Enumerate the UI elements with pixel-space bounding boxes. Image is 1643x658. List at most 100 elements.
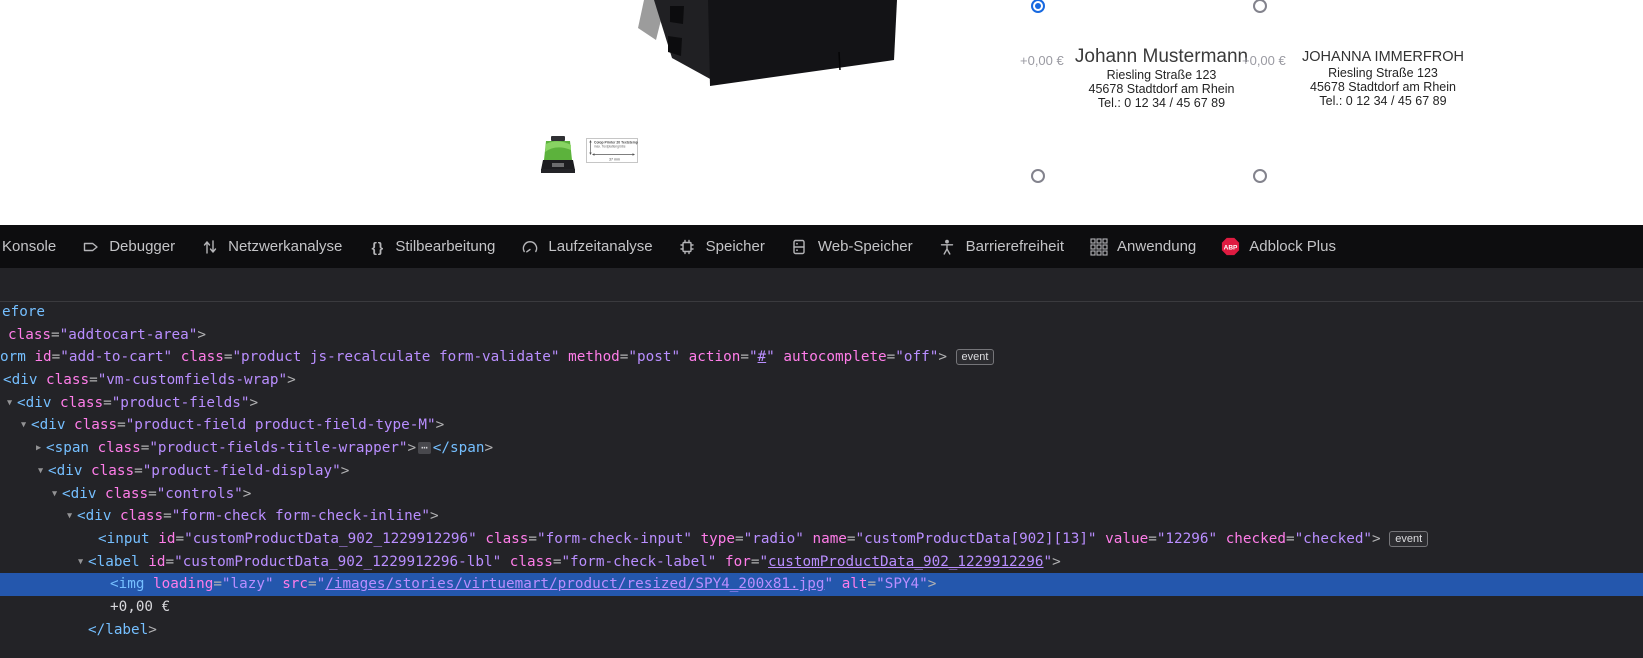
code-token: > xyxy=(1372,531,1381,547)
code-token xyxy=(82,463,91,479)
code-token: <input xyxy=(98,531,150,547)
code-token: = xyxy=(887,349,896,365)
code-token xyxy=(833,576,842,592)
markup-line[interactable]: ▼<div class="form-check form-check-inlin… xyxy=(0,505,1643,528)
code-token: > xyxy=(436,417,445,433)
tab-speicher[interactable]: Speicher xyxy=(665,225,777,268)
webpage-preview: Colop Printer 20 Textstempel max. Textpl… xyxy=(0,0,1643,225)
markup-line[interactable]: </label> xyxy=(0,619,1643,642)
code-token: "product-field-display" xyxy=(143,463,341,479)
code-token: orm xyxy=(0,349,26,365)
code-token: > xyxy=(430,508,439,524)
tab-barrierefreiheit[interactable]: Barrierefreiheit xyxy=(925,225,1076,268)
twisty-icon[interactable]: ▼ xyxy=(48,483,61,506)
tab-label: Speicher xyxy=(706,238,765,255)
performance-icon xyxy=(520,237,539,256)
tab-konsole[interactable]: Konsole xyxy=(0,225,69,268)
tab-netzwerkanalyse[interactable]: Netzwerkanalyse xyxy=(188,225,355,268)
code-token: <img xyxy=(110,576,144,592)
code-token: > xyxy=(928,576,937,592)
markup-line[interactable]: ▼<div class="product-field product-field… xyxy=(0,414,1643,437)
attribute-link[interactable]: /images/stories/virtuemart/product/resiz… xyxy=(325,576,824,592)
code-token: " xyxy=(766,349,775,365)
tab-web-speicher[interactable]: Web-Speicher xyxy=(777,225,925,268)
markup-line[interactable]: ▼<label id="customProductData_902_122991… xyxy=(0,551,1643,574)
code-token: </label xyxy=(88,622,148,638)
code-token: "add-to-cart" xyxy=(60,349,172,365)
twisty-icon[interactable]: ▶ xyxy=(32,437,45,460)
markup-line[interactable]: <img loading="lazy" src="/images/stories… xyxy=(0,573,1643,596)
code-token: class xyxy=(120,508,163,524)
product-photo xyxy=(620,0,905,90)
tab-stilbearbeitung[interactable]: { }Stilbearbeitung xyxy=(355,225,508,268)
option2-address-line: Tel.: 0 12 34 / 45 67 89 xyxy=(1293,94,1473,108)
attribute-link[interactable]: # xyxy=(758,349,767,365)
code-token: "12296" xyxy=(1157,531,1217,547)
event-badge[interactable]: event xyxy=(1389,531,1428,547)
tab-debugger[interactable]: Debugger xyxy=(69,225,188,268)
tab-label: Web-Speicher xyxy=(818,238,913,255)
code-token: <span xyxy=(46,440,89,456)
code-token xyxy=(1381,531,1390,547)
code-token: "form-check-label" xyxy=(561,554,716,570)
markup-line[interactable]: class="addtocart-area"> xyxy=(0,324,1643,347)
abp-icon: ABP xyxy=(1221,237,1240,256)
option2-stamp-preview[interactable]: JOHANNA IMMERFROH Riesling Straße 123 45… xyxy=(1293,49,1473,109)
option2-address-line: Riesling Straße 123 xyxy=(1293,66,1473,80)
code-token: <div xyxy=(17,395,51,411)
markup-line[interactable]: ▼<div class="product-fields"> xyxy=(0,392,1643,415)
twisty-icon[interactable]: ▼ xyxy=(63,505,76,528)
code-token: "product-field product-field-type-M" xyxy=(126,417,436,433)
ellipsis-badge[interactable]: ⋯ xyxy=(418,442,431,454)
attribute-link[interactable]: customProductData_902_1229912296 xyxy=(768,554,1043,570)
twisty-icon[interactable]: ▼ xyxy=(34,460,47,483)
devtools-tab-bar: Konsole Debugger Netzwerkanalyse{ }Stilbea… xyxy=(0,225,1643,268)
code-token: > xyxy=(408,440,417,456)
code-token: value xyxy=(1105,531,1148,547)
code-token: </span xyxy=(433,440,485,456)
option1-stamp-preview[interactable]: Johann Mustermann Riesling Straße 123 45… xyxy=(1073,46,1250,111)
code-token: "customProductData_902_1229912296" xyxy=(184,531,477,547)
stamp-dimension-thumbnail[interactable]: Colop Printer 20 Textstempel max. Textpl… xyxy=(586,138,638,163)
tab-anwendung[interactable]: Anwendung xyxy=(1077,225,1209,268)
option1-name: Johann Mustermann xyxy=(1073,46,1250,68)
twisty-icon[interactable]: ▼ xyxy=(17,414,30,437)
code-token xyxy=(680,349,689,365)
radio-option1[interactable] xyxy=(1031,0,1045,13)
code-token: <div xyxy=(31,417,65,433)
code-token xyxy=(37,372,46,388)
code-token xyxy=(716,554,725,570)
code-token: " xyxy=(749,349,758,365)
twisty-icon[interactable]: ▼ xyxy=(3,392,16,415)
markup-line[interactable]: ▼<div class="product-field-display"> xyxy=(0,460,1643,483)
markup-line[interactable]: orm id="add-to-cart" class="product js-r… xyxy=(0,346,1643,369)
code-token: class xyxy=(510,554,553,570)
code-token: class xyxy=(60,395,103,411)
event-badge[interactable]: event xyxy=(956,349,995,365)
radio-option2[interactable] xyxy=(1253,0,1267,13)
markup-line[interactable]: <input id="customProductData_902_1229912… xyxy=(0,528,1643,551)
code-token xyxy=(51,395,60,411)
tab-laufzeitanalyse[interactable]: Laufzeitanalyse xyxy=(508,225,665,268)
markup-line[interactable]: <div class="vm-customfields-wrap"> xyxy=(0,369,1643,392)
code-token: "radio" xyxy=(744,531,804,547)
code-token xyxy=(65,417,74,433)
stamp-thumbnail-green[interactable] xyxy=(538,134,578,174)
markup-line[interactable]: efore xyxy=(0,301,1643,324)
screen: Colop Printer 20 Textstempel max. Textpl… xyxy=(0,0,1643,658)
tab-label: Debugger xyxy=(109,238,175,255)
code-token: = xyxy=(163,508,172,524)
markup-line[interactable]: ▶<span class="product-fields-title-wrapp… xyxy=(0,437,1643,460)
code-token: class xyxy=(74,417,117,433)
tab-label: Konsole xyxy=(2,238,56,255)
code-token: class xyxy=(181,349,224,365)
code-token: > xyxy=(243,486,252,502)
radio-option3[interactable] xyxy=(1031,169,1045,183)
radio-option4[interactable] xyxy=(1253,169,1267,183)
twisty-icon[interactable]: ▼ xyxy=(74,551,87,574)
code-token: name xyxy=(812,531,846,547)
markup-line[interactable]: +0,00 € xyxy=(0,596,1643,619)
tab-adblock-plus[interactable]: ABPAdblock Plus xyxy=(1209,225,1349,268)
markup-line[interactable]: ▼<div class="controls"> xyxy=(0,483,1643,506)
code-token: src xyxy=(282,576,308,592)
